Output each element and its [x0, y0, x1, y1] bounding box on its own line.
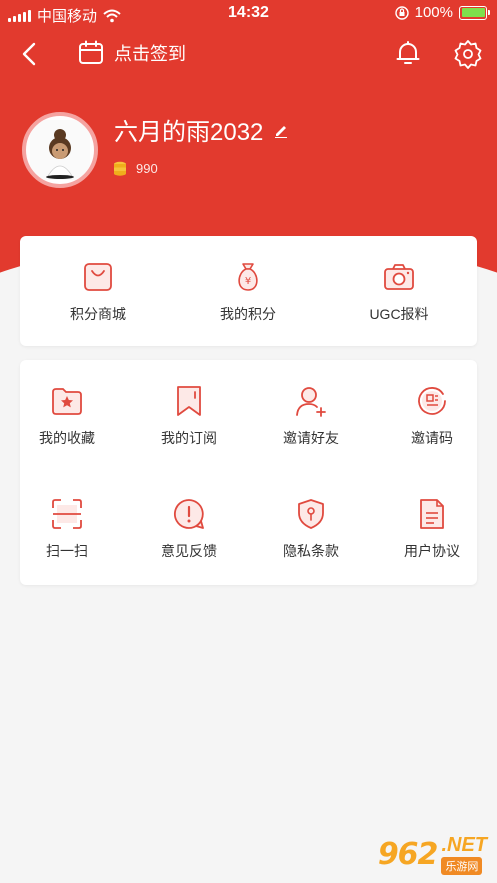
svg-text:¥: ¥ [245, 276, 251, 287]
menu-item-label: 我的收藏 [39, 430, 95, 446]
menu-item-invite-code[interactable]: 邀请码 [387, 384, 477, 448]
bookmark-icon [177, 386, 201, 416]
menu-item-user-agreement[interactable]: 用户协议 [387, 497, 477, 561]
edit-icon[interactable] [273, 122, 289, 138]
bell-icon[interactable] [394, 39, 422, 67]
avatar[interactable] [22, 112, 98, 188]
coin-icon [114, 161, 126, 176]
add-friend-icon [296, 387, 326, 417]
menu-item-label: 用户协议 [404, 543, 460, 559]
quick-action-ugc-report[interactable]: UGC报料 [354, 260, 444, 324]
battery-icon [459, 5, 490, 20]
privacy-shield-icon [298, 499, 324, 529]
quick-action-label: UGC报料 [369, 306, 429, 322]
menu-item-favorites[interactable]: 我的收藏 [22, 384, 112, 448]
menu-item-subscriptions[interactable]: 我的订阅 [144, 384, 234, 448]
rotation-lock-icon [394, 5, 409, 20]
invite-code-icon [418, 387, 446, 415]
top-nav: 点击签到 [0, 32, 497, 76]
menu-item-label: 扫一扫 [46, 543, 88, 559]
menu-item-label: 邀请好友 [283, 430, 339, 446]
menu-item-label: 隐私条款 [283, 543, 339, 559]
money-bag-icon: ¥ [238, 263, 258, 291]
watermark-suffix: .NET [441, 834, 487, 856]
calendar-icon [79, 40, 103, 64]
menu-grid-card: 我的收藏 我的订阅 邀请好友 邀请码 扫一扫 意见反馈 隐私条款 用户协议 [20, 360, 477, 585]
gear-icon[interactable] [453, 39, 483, 69]
menu-item-label: 意见反馈 [161, 543, 217, 559]
menu-item-invite-friends[interactable]: 邀请好友 [266, 384, 356, 448]
watermark-number: 962 [377, 837, 439, 872]
checkin-label: 点击签到 [114, 44, 186, 64]
quick-action-my-points[interactable]: ¥ 我的积分 [203, 260, 293, 324]
coin-balance[interactable]: 990 [112, 160, 158, 176]
quick-action-label: 积分商城 [70, 306, 126, 322]
menu-item-feedback[interactable]: 意见反馈 [144, 497, 234, 561]
quick-action-points-mall[interactable]: 积分商城 [53, 260, 143, 324]
shopping-bag-icon [84, 263, 112, 291]
camera-icon [384, 264, 414, 290]
document-icon [420, 499, 444, 529]
checkin-button[interactable]: 点击签到 [78, 40, 186, 66]
user-name[interactable]: 六月的雨2032 [114, 112, 289, 147]
status-bar: 中国移动 14:32 100% [0, 0, 497, 28]
username-text: 六月的雨2032 [114, 119, 264, 146]
feedback-icon [173, 499, 204, 529]
battery-percent: 100% [414, 4, 453, 21]
watermark-subtitle: 乐游网 [441, 857, 483, 875]
avatar-image [30, 120, 90, 180]
coin-count: 990 [136, 160, 158, 176]
back-icon[interactable] [16, 40, 44, 68]
menu-item-privacy[interactable]: 隐私条款 [266, 497, 356, 561]
favorite-folder-icon [52, 388, 82, 415]
site-watermark: 962 .NET 乐游网 [378, 834, 487, 875]
menu-item-label: 我的订阅 [161, 430, 217, 446]
menu-item-scan[interactable]: 扫一扫 [22, 497, 112, 561]
quick-actions-card: 积分商城 ¥ 我的积分 UGC报料 [20, 236, 477, 346]
scan-icon [52, 499, 82, 529]
quick-action-label: 我的积分 [220, 306, 276, 322]
menu-item-label: 邀请码 [411, 430, 453, 446]
